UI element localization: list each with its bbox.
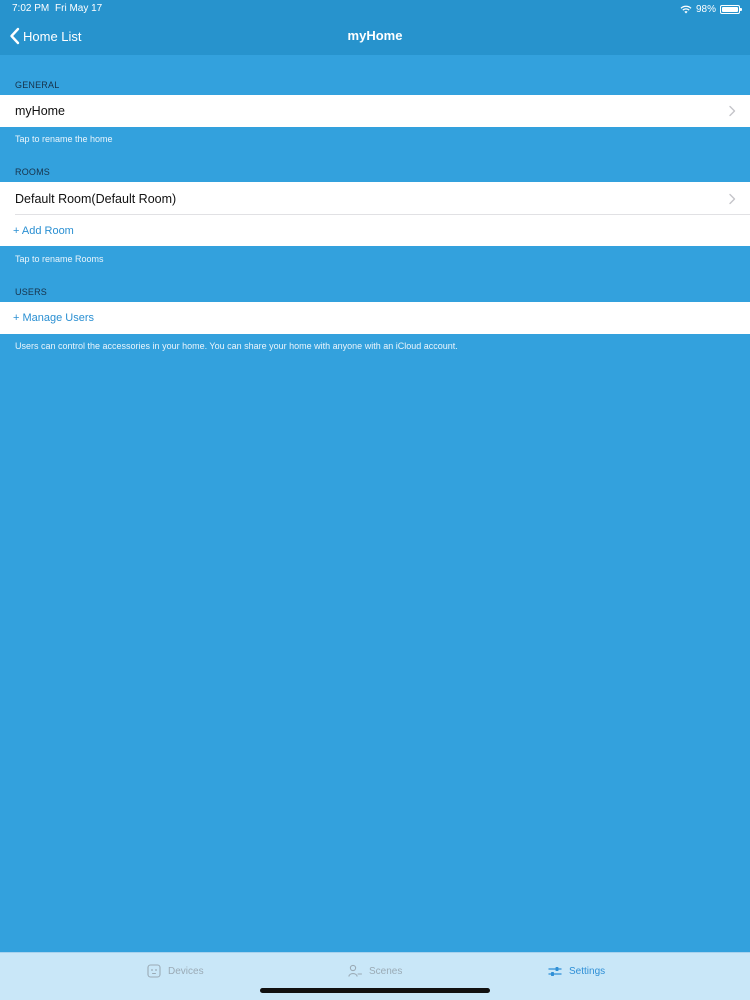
section-footer-rooms: Tap to rename Rooms bbox=[15, 254, 104, 264]
page-title: myHome bbox=[347, 28, 403, 43]
navigation-bar: Home List myHome bbox=[0, 18, 750, 55]
status-bar: 7:02 PM Fri May 17 98% bbox=[0, 0, 750, 18]
section-header-rooms: ROOMS bbox=[15, 167, 51, 177]
wifi-icon bbox=[680, 5, 692, 13]
tab-settings[interactable]: Settings bbox=[548, 964, 605, 978]
devices-icon bbox=[147, 964, 161, 978]
room-label: Default Room(Default Room) bbox=[15, 191, 177, 206]
status-time: 7:02 PM bbox=[12, 3, 50, 14]
settings-icon bbox=[548, 967, 562, 976]
status-indicators: 98% bbox=[680, 2, 742, 16]
tab-settings-label: Settings bbox=[569, 965, 606, 977]
section-header-general: GENERAL bbox=[15, 80, 60, 90]
tab-scenes-label: Scenes bbox=[369, 965, 403, 977]
battery-level bbox=[722, 6, 738, 12]
tab-devices-label: Devices bbox=[168, 965, 204, 977]
status-date: Fri May 17 bbox=[55, 3, 103, 14]
chevron-right-icon bbox=[729, 193, 736, 204]
battery-percent: 98% bbox=[695, 3, 716, 15]
section-footer-users: Users can control the accessories in you… bbox=[15, 341, 458, 351]
home-name-label: myHome bbox=[15, 104, 66, 118]
add-room-button[interactable]: + Add Room bbox=[0, 215, 750, 246]
tab-devices[interactable]: Devices bbox=[147, 964, 204, 978]
battery-icon bbox=[720, 4, 742, 14]
add-room-label: + Add Room bbox=[13, 224, 74, 237]
scenes-icon bbox=[348, 964, 362, 977]
room-row-default[interactable]: Default Room(Default Room) bbox=[0, 182, 750, 215]
manage-users-label: + Manage Users bbox=[13, 312, 95, 324]
chevron-right-icon bbox=[729, 105, 736, 117]
tab-scenes[interactable]: Scenes bbox=[348, 964, 402, 978]
home-indicator bbox=[260, 988, 490, 993]
home-name-row[interactable]: myHome bbox=[0, 95, 750, 127]
section-header-users: USERS bbox=[15, 287, 48, 297]
section-footer-general: Tap to rename the home bbox=[15, 134, 113, 144]
manage-users-button[interactable]: + Manage Users bbox=[0, 302, 750, 334]
